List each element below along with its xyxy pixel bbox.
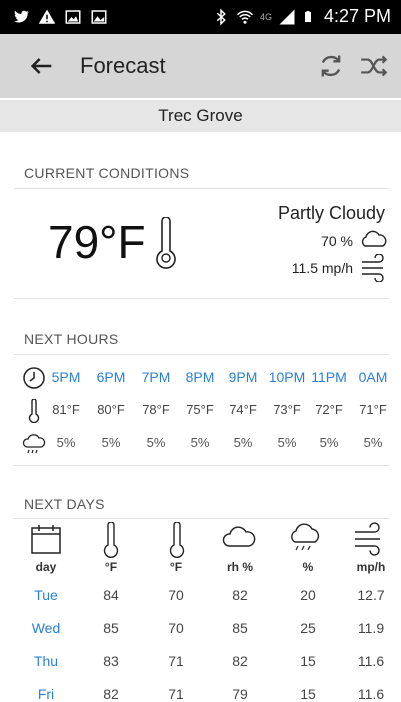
- hour-time: 6PM: [96, 369, 126, 385]
- status-time: 4:27 PM: [323, 6, 391, 26]
- rain-cloud-icon: [280, 522, 330, 562]
- day-value: 70: [168, 620, 184, 636]
- warning-icon: [38, 9, 56, 24]
- hour-temp: 78°F: [142, 402, 170, 417]
- day-value: 11.6: [357, 686, 385, 702]
- day-name: Fri: [37, 686, 55, 702]
- hour-temp: 73°F: [273, 402, 301, 417]
- refresh-icon[interactable]: [317, 52, 345, 80]
- day-column-label: rh %: [226, 560, 253, 574]
- day-column-label: %: [302, 560, 314, 574]
- hour-time: 10PM: [268, 369, 306, 385]
- thermometer-icon: [152, 522, 202, 562]
- day-name: Tue: [34, 587, 58, 603]
- hour-rain: 5%: [56, 435, 76, 450]
- day-value: 82: [103, 686, 119, 702]
- day-name: Wed: [31, 620, 61, 636]
- day-value: 82: [232, 653, 248, 669]
- hour-rain: 5%: [146, 435, 166, 450]
- shuffle-icon[interactable]: [359, 52, 389, 80]
- clock-icon: [23, 367, 45, 389]
- thermometer-icon: [86, 522, 136, 562]
- page-title: Forecast: [80, 53, 166, 78]
- hour-time: 11PM: [311, 369, 347, 385]
- cloud-icon: [361, 230, 387, 247]
- current-conditions-heading: CURRENT CONDITIONS: [24, 165, 190, 181]
- day-value: 85: [232, 620, 248, 636]
- day-value: 83: [103, 653, 119, 669]
- hour-temp: 74°F: [229, 402, 257, 417]
- day-column-label: °F: [104, 560, 118, 574]
- gallery-icon: [91, 10, 107, 24]
- hour-time: 8PM: [185, 369, 215, 385]
- day-value: 25: [300, 620, 316, 636]
- signal-icon: [279, 9, 295, 24]
- wind-icon: [362, 254, 384, 282]
- day-value: 15: [300, 686, 316, 702]
- hour-rain: 5%: [363, 435, 383, 450]
- day-value: 15: [300, 653, 316, 669]
- cloud-icon: [214, 522, 264, 562]
- current-condition: Partly Cloudy: [277, 203, 385, 223]
- day-value: 12.7: [357, 587, 385, 603]
- day-column-label: °F: [169, 560, 183, 574]
- hour-time: 7PM: [141, 369, 171, 385]
- current-temperature: 79°F: [48, 216, 146, 268]
- divider: [14, 465, 389, 466]
- thermometer-icon: [156, 217, 176, 269]
- divider: [14, 188, 389, 189]
- hour-time: 9PM: [228, 369, 258, 385]
- next-days-heading: NEXT DAYS: [24, 496, 105, 512]
- hour-rain: 5%: [233, 435, 253, 450]
- rain-cloud-icon: [22, 434, 46, 454]
- day-value: 11.9: [357, 620, 385, 636]
- thermometer-icon: [28, 399, 40, 423]
- day-column-label: mp/h: [356, 560, 386, 574]
- hour-rain: 5%: [190, 435, 210, 450]
- hour-temp: 72°F: [315, 402, 343, 417]
- next-hours-heading: NEXT HOURS: [24, 331, 119, 347]
- day-value: 84: [103, 587, 119, 603]
- hour-rain: 5%: [319, 435, 339, 450]
- twitter-icon: [14, 10, 30, 23]
- hour-temp: 71°F: [359, 402, 387, 417]
- hour-temp: 80°F: [97, 402, 125, 417]
- hour-rain: 5%: [277, 435, 297, 450]
- day-column-label: day: [35, 560, 57, 574]
- day-value: 70: [168, 587, 184, 603]
- image-icon: [65, 10, 81, 24]
- day-value: 20: [300, 587, 316, 603]
- wind-icon: [344, 522, 394, 562]
- calendar-icon: [21, 522, 71, 562]
- hour-rain: 5%: [101, 435, 121, 450]
- divider: [14, 518, 389, 519]
- day-value: 71: [168, 653, 184, 669]
- day-value: 71: [168, 686, 184, 702]
- location-bar: Trec Grove: [0, 100, 401, 132]
- status-bar: 4G 4:27 PM: [0, 0, 401, 34]
- back-arrow-icon[interactable]: [28, 52, 56, 80]
- day-value: 11.6: [357, 653, 385, 669]
- network-type-label: 4G: [259, 11, 272, 22]
- hour-time: 5PM: [51, 369, 81, 385]
- hour-temp: 75°F: [186, 402, 214, 417]
- day-name: Thu: [33, 653, 59, 669]
- bluetooth-icon: [216, 7, 226, 26]
- divider: [14, 298, 389, 299]
- battery-icon: [304, 10, 311, 22]
- day-value: 82: [232, 587, 248, 603]
- day-value: 85: [103, 620, 119, 636]
- hour-time: 0AM: [358, 369, 388, 385]
- day-value: 79: [232, 686, 248, 702]
- hour-temp: 81°F: [52, 402, 80, 417]
- divider: [14, 354, 389, 355]
- app-bar: Forecast: [0, 34, 401, 98]
- wifi-icon: [236, 10, 253, 24]
- current-humidity: 70 %: [321, 233, 353, 249]
- current-wind: 11.5 mp/h: [291, 260, 353, 276]
